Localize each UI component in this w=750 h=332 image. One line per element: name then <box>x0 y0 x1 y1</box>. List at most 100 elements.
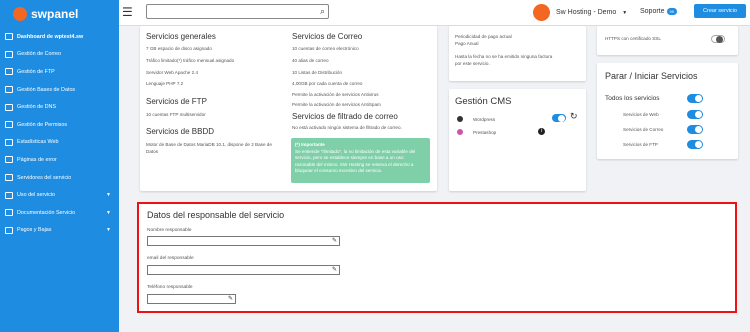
sidebar-item-errores[interactable]: Páginas de error <box>0 151 119 169</box>
correo-antispam: Permite la activación de servicios AntiS… <box>292 102 381 107</box>
sidebar-item-label: Páginas de error <box>17 156 57 163</box>
support-label: Soporte <box>640 8 665 15</box>
sidebar-item-label: Estadísticas Web <box>17 139 59 146</box>
usage-icon <box>5 191 13 199</box>
sidebar-item-label: Gestión de Permisos <box>17 121 68 128</box>
payments-icon <box>5 226 13 234</box>
dns-icon <box>5 103 13 111</box>
wordpress-toggle[interactable] <box>552 114 566 122</box>
start-stop-card: Parar / Iniciar Servicios Todos los serv… <box>597 63 738 159</box>
correo-lists: 10 Listas de Distribución <box>292 70 343 75</box>
sidebar-item-label: Pagos y Bajas <box>17 227 52 234</box>
name-field[interactable]: ✎ <box>147 236 340 246</box>
ssl-toggle[interactable] <box>711 35 725 43</box>
bbdd-text-line2: Datos <box>146 149 159 154</box>
sidebar-item-pagos[interactable]: Pagos y Bajas ▼ <box>0 222 119 240</box>
edit-icon[interactable]: ✎ <box>228 295 233 302</box>
important-note: (*) Importante Se entiende "Ilimitado", … <box>291 138 430 183</box>
bbdd-text-line1: Motor de Base de Datos MariaDB 10.1, dis… <box>146 142 272 147</box>
menu-icon[interactable]: ☰ <box>122 6 133 18</box>
stats-icon <box>5 138 13 146</box>
sidebar-item-dashboard[interactable]: Dashboard de wptest4.sw <box>0 28 119 46</box>
brand-logo[interactable]: swpanel <box>0 0 119 28</box>
ftp-title: Servicios de FTP <box>146 97 207 106</box>
payment-period-value: Pago Anual <box>455 41 479 46</box>
chevron-down-icon: ▼ <box>106 192 111 199</box>
chevron-down-icon: ▼ <box>622 9 628 16</box>
cms-item-wordpress: Wordpress <box>473 117 496 122</box>
chevron-down-icon: ▼ <box>106 209 111 216</box>
start-stop-title: Parar / Iniciar Servicios <box>605 71 698 81</box>
payment-period-label: Periodicidad de pago actual <box>455 34 512 39</box>
chevron-down-icon: ▼ <box>106 227 111 234</box>
email-field[interactable]: ✎ <box>147 265 340 275</box>
generales-disk: 7 GB espacio de disco asignado <box>146 46 212 51</box>
phone-field[interactable]: ✎ <box>147 294 236 304</box>
account-name: Sw Hosting - Demo <box>556 9 617 16</box>
important-title: (*) Importante <box>295 142 325 147</box>
mail-services-toggle[interactable] <box>687 125 703 134</box>
correo-accounts: 10 cuentas de correo electrónico <box>292 46 359 51</box>
sidebar-item-uso[interactable]: Uso del servicio ▼ <box>0 186 119 204</box>
filtrado-title: Servicios de filtrado de correo <box>292 112 398 121</box>
web-services-label: Servicios de Web <box>623 112 659 117</box>
refresh-icon[interactable]: ↻ <box>570 111 578 122</box>
ssl-label: HTTPS con certificado SSL <box>605 36 661 41</box>
ftp-icon <box>5 68 13 76</box>
account-menu[interactable]: Sw Hosting - Demo ▼ <box>533 4 627 21</box>
mail-icon <box>5 50 13 58</box>
generales-title: Servicios generales <box>146 32 216 41</box>
sidebar-item-label: Servidores del servicio <box>17 174 72 181</box>
support-badge: 99 <box>666 8 677 15</box>
ftp-services-toggle[interactable] <box>687 140 703 149</box>
brand-icon <box>13 7 27 21</box>
generales-traffic: Tráfico limitado(*) tráfico mensual asig… <box>146 58 235 63</box>
prestashop-icon <box>457 129 463 135</box>
correo-quota: 4,00GB por cada cuenta de correo <box>292 81 363 86</box>
sidebar-item-servidores[interactable]: Servidores del servicio <box>0 169 119 187</box>
support-menu[interactable]: Soporte 99 <box>640 8 677 15</box>
payment-note-line2: por este servicio. <box>455 61 490 66</box>
new-service-button[interactable]: Crear servicio <box>694 4 746 18</box>
sidebar-item-label: Gestión de Correo <box>17 51 62 58</box>
sidebar-item-dns[interactable]: Gestión de DNS <box>0 98 119 116</box>
permissions-icon <box>5 121 13 129</box>
error-page-icon <box>5 156 13 164</box>
cms-title: Gestión CMS <box>455 96 512 107</box>
filtrado-text: No está activado ningún sistema de filtr… <box>292 125 402 130</box>
sidebar-item-label: Documentación Servicio <box>17 209 76 216</box>
sidebar-item-estadisticas[interactable]: Estadísticas Web <box>0 134 119 152</box>
sidebar-item-permisos[interactable]: Gestión de Permisos <box>0 116 119 134</box>
brand-name: swpanel <box>31 7 79 21</box>
responsable-title: Datos del responsable del servicio <box>147 210 285 220</box>
services-card: Servicios generales 7 GB espacio de disc… <box>140 26 437 191</box>
edit-icon[interactable]: ✎ <box>332 266 337 273</box>
important-line: servicio, pero se establece siempre en b… <box>295 155 404 161</box>
cms-item-prestashop: Prestashop <box>473 130 497 135</box>
search-input[interactable]: ⌕ <box>146 4 329 19</box>
info-icon[interactable]: i <box>538 128 545 135</box>
document-icon <box>5 209 13 217</box>
topbar: ☰ ⌕ Sw Hosting - Demo ▼ Soporte 99 Crear … <box>119 0 750 26</box>
search-icon[interactable]: ⌕ <box>320 6 325 17</box>
responsable-section: Datos del responsable del servicio Nombr… <box>137 202 737 313</box>
all-services-toggle[interactable] <box>687 94 703 103</box>
important-line: Se entiende "Ilimitado", la no limitació… <box>295 148 416 154</box>
sidebar-item-documentacion[interactable]: Documentación Servicio ▼ <box>0 204 119 222</box>
generales-server: Servidor Web Apache 2.4 <box>146 70 199 75</box>
important-line: bloquear el consumo excesivo del servici… <box>295 168 383 174</box>
cms-card: Gestión CMS Wordpress ↻ Prestashop i <box>449 89 586 191</box>
wordpress-icon <box>457 116 463 122</box>
avatar <box>533 4 550 21</box>
edit-icon[interactable]: ✎ <box>332 237 337 244</box>
sidebar: swpanel Dashboard de wptest4.sw Gestión … <box>0 0 119 332</box>
all-services-label: Todos los servicios <box>605 95 660 102</box>
sidebar-item-correo[interactable]: Gestión de Correo <box>0 46 119 64</box>
ftp-services-label: Servicios de FTP <box>623 142 658 147</box>
web-services-toggle[interactable] <box>687 110 703 119</box>
correo-title: Servicios de Correo <box>292 32 363 41</box>
phone-label: Teléfono responsable <box>147 285 193 290</box>
payment-card: Periodicidad de pago actual Pago Anual H… <box>449 26 586 81</box>
sidebar-item-bbdd[interactable]: Gestión Bases de Datos <box>0 81 119 99</box>
sidebar-item-ftp[interactable]: Gestión de FTP <box>0 63 119 81</box>
